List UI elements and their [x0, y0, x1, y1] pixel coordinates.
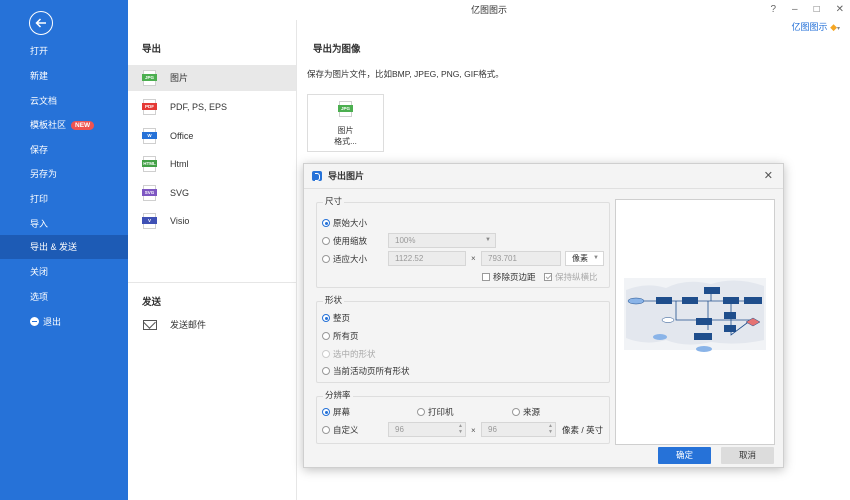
radio-all-pages[interactable]: 所有页	[322, 330, 359, 342]
dpi-unit-label: 像素 / 英寸	[562, 425, 604, 435]
spinner-icon: ▲ ▼	[458, 423, 463, 435]
radio-printer[interactable]: 打印机	[417, 406, 454, 418]
section-divider	[128, 282, 296, 283]
visio-file-icon: V	[142, 213, 157, 229]
chevron-down-icon: ▼	[593, 255, 599, 261]
minus-circle-icon	[30, 317, 39, 326]
window-title: 亿图图示	[470, 5, 507, 15]
radio-active-page-shapes[interactable]: 当前活动页所有形状	[322, 365, 410, 377]
dpi-y-input[interactable]: 96 ▲ ▼	[481, 422, 556, 437]
chevron-down-icon: ▼	[485, 237, 491, 243]
width-input[interactable]: 1122.52	[388, 251, 466, 266]
pdf-file-icon: PDF	[142, 99, 157, 115]
html-file-icon: HTML	[142, 156, 157, 172]
ok-button[interactable]: 确定	[658, 447, 711, 464]
spinner-icon: ▲ ▼	[548, 423, 553, 435]
word-file-icon: W	[142, 128, 157, 144]
chevron-down-icon: ▾	[836, 26, 840, 32]
close-window-icon[interactable]: ✕	[836, 0, 844, 20]
export-image-header: 导出为图像	[313, 44, 361, 55]
radio-fit-size[interactable]: 适应大小	[322, 253, 367, 265]
dpi-x-input[interactable]: 96 ▲ ▼	[388, 422, 466, 437]
radio-screen[interactable]: 屏幕	[322, 406, 350, 418]
diamond-icon: ◆	[830, 22, 837, 32]
format-item-html[interactable]: HTML Html	[128, 151, 296, 177]
title-bar: 亿图图示 ? – □ ✕	[128, 0, 850, 20]
resolution-group-title: 分辨率	[323, 389, 353, 401]
sidebar-item-exit[interactable]: 退出	[0, 310, 128, 334]
edraw-logo-icon	[312, 171, 322, 181]
dialog-title-bar: 导出图片	[304, 164, 783, 188]
radio-custom[interactable]: 自定义	[322, 424, 359, 436]
format-item-image[interactable]: JPG 图片	[128, 65, 296, 91]
cancel-button[interactable]: 取消	[721, 447, 774, 464]
sidebar-item-save[interactable]: 保存	[0, 138, 128, 162]
radio-whole-page[interactable]: 整页	[322, 312, 350, 324]
radio-selected-shapes[interactable]: 选中的形状	[322, 348, 376, 360]
minimize-icon[interactable]: –	[792, 0, 798, 20]
dialog-close-icon[interactable]: ✕	[764, 169, 773, 182]
account-menu[interactable]: 亿图图示 ◆▾	[792, 20, 840, 36]
checkbox-remove-margin[interactable]: 移除页边距	[482, 271, 536, 283]
arrow-left-icon	[35, 18, 46, 28]
export-header: 导出	[142, 44, 162, 55]
export-preview	[615, 199, 775, 445]
jpg-file-icon: JPG	[338, 101, 353, 117]
sidebar-item-cloud[interactable]: 云文档	[0, 89, 128, 113]
sidebar-item-new[interactable]: 新建	[0, 64, 128, 88]
times-icon: ×	[471, 254, 476, 263]
times-icon: ×	[471, 426, 476, 435]
sidebar-item-templates[interactable]: 模板社区 NEW	[0, 113, 128, 137]
sidebar: 打开 新建 云文档 模板社区 NEW 保存 另存为 打印 导入 导出 & 发送 关…	[0, 0, 128, 500]
window-controls: ? – □ ✕	[770, 0, 844, 20]
send-mail-item[interactable]: 发送邮件	[128, 312, 296, 338]
sidebar-item-save-as[interactable]: 另存为	[0, 162, 128, 186]
unit-select[interactable]: 像素 ▼	[565, 251, 604, 266]
export-image-description: 保存为图片文件，比如BMP, JPEG, PNG, GIF格式。	[307, 69, 504, 79]
sidebar-item-import[interactable]: 导入	[0, 212, 128, 236]
app-window: 打开 新建 云文档 模板社区 NEW 保存 另存为 打印 导入 导出 & 发送 关…	[0, 0, 850, 500]
send-header: 发送	[142, 297, 162, 308]
format-item-svg[interactable]: SVG SVG	[128, 180, 296, 206]
new-badge: NEW	[71, 121, 95, 130]
sidebar-item-open[interactable]: 打开	[0, 39, 128, 63]
zoom-select[interactable]: 100% ▼	[388, 233, 496, 248]
dialog-title: 导出图片	[328, 171, 365, 181]
help-icon[interactable]: ?	[770, 0, 776, 20]
sidebar-item-close[interactable]: 关闭	[0, 260, 128, 284]
back-button[interactable]	[29, 11, 53, 35]
height-input[interactable]: 793.701	[481, 251, 561, 266]
jpg-file-icon: JPG	[142, 70, 157, 86]
column-divider	[296, 20, 297, 500]
shape-group-title: 形状	[323, 294, 345, 306]
radio-use-zoom[interactable]: 使用缩放	[322, 235, 367, 247]
format-item-visio[interactable]: V Visio	[128, 208, 296, 234]
format-item-pdf[interactable]: PDF PDF, PS, EPS	[128, 94, 296, 120]
mail-icon	[143, 320, 157, 330]
format-item-office[interactable]: W Office	[128, 123, 296, 149]
sidebar-item-export-send[interactable]: 导出 & 发送	[0, 235, 128, 259]
radio-source[interactable]: 来源	[512, 406, 540, 418]
svg-file-icon: SVG	[142, 185, 157, 201]
sidebar-item-print[interactable]: 打印	[0, 187, 128, 211]
checkbox-keep-ratio[interactable]: 保持纵横比	[544, 271, 598, 283]
size-group-title: 尺寸	[323, 195, 345, 207]
sidebar-item-options[interactable]: 选项	[0, 285, 128, 309]
diagram-preview-image	[624, 278, 766, 352]
export-image-dialog: 导出图片 ✕ 尺寸 原始大小 使用缩放 100% ▼ 适应大小 1122.52 ×…	[303, 163, 784, 468]
maximize-icon[interactable]: □	[814, 0, 820, 20]
radio-original-size[interactable]: 原始大小	[322, 217, 367, 229]
image-format-card[interactable]: JPG 图片 格式...	[307, 94, 384, 152]
